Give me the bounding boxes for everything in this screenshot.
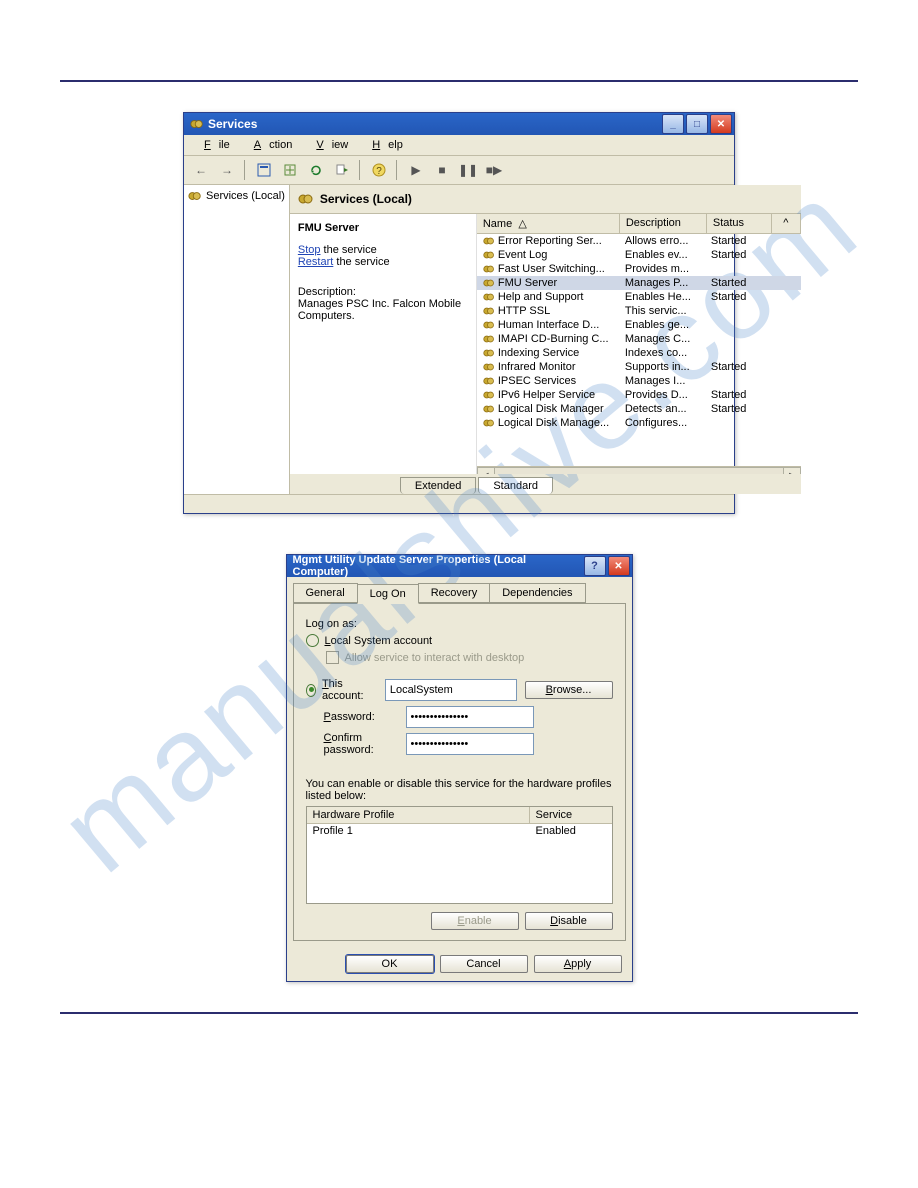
forward-button[interactable]: → — [216, 159, 238, 181]
service-row[interactable]: Indexing ServiceIndexes co... — [477, 346, 801, 360]
service-row[interactable]: IMAPI CD-Burning C...Manages C... — [477, 332, 801, 346]
menu-file[interactable]: File — [188, 137, 238, 153]
titlebar[interactable]: Services _ □ ✕ — [184, 113, 734, 135]
close-button[interactable]: ✕ — [608, 556, 630, 576]
confirm-password-label: Confirm password: — [324, 732, 406, 756]
tab-logon[interactable]: Log On — [357, 584, 419, 604]
service-row[interactable]: Help and SupportEnables He...Started — [477, 290, 801, 304]
hw-profiles-text: You can enable or disable this service f… — [306, 778, 613, 802]
password-label: Password: — [324, 711, 406, 723]
service-row[interactable]: Human Interface D...Enables ge... — [477, 318, 801, 332]
service-row[interactable]: IPv6 Helper ServiceProvides D...Started — [477, 388, 801, 402]
description-label: Description: — [298, 286, 468, 298]
export-icon[interactable] — [279, 159, 301, 181]
logon-as-label: Log on as: — [306, 618, 613, 630]
dialog-title: Mgmt Utility Update Server Properties (L… — [293, 554, 584, 578]
hw-row[interactable]: Profile 1 Enabled — [307, 824, 612, 838]
col-status[interactable]: Status — [707, 214, 772, 233]
service-row[interactable]: Error Reporting Ser...Allows erro...Star… — [477, 234, 801, 248]
col-hw-profile[interactable]: Hardware Profile — [307, 807, 530, 823]
refresh-icon[interactable] — [305, 159, 327, 181]
back-button[interactable]: ← — [190, 159, 212, 181]
checkbox-allow-interact — [326, 651, 339, 664]
tab-standard[interactable]: Standard — [478, 477, 553, 494]
services-window: Services _ □ ✕ File Action View Help ← →… — [183, 112, 735, 514]
minimize-button[interactable]: _ — [662, 114, 684, 134]
menu-help[interactable]: Help — [356, 137, 411, 153]
scrollbar-track[interactable] — [495, 467, 783, 474]
services-icon — [190, 117, 204, 131]
service-row[interactable]: Logical Disk ManagerDetects an...Started — [477, 402, 801, 416]
toolbar: ← → ? ▶ ■ ❚❚ ■▶ — [184, 156, 734, 185]
close-button[interactable]: ✕ — [710, 114, 732, 134]
detail-pane: FMU Server Stop the service Restart the … — [290, 214, 477, 474]
menu-action[interactable]: Action — [238, 137, 301, 153]
confirm-password-input[interactable] — [406, 733, 534, 755]
dialog-titlebar[interactable]: Mgmt Utility Update Server Properties (L… — [287, 555, 632, 577]
service-row[interactable]: Logical Disk Manage...Configures... — [477, 416, 801, 430]
account-input[interactable] — [385, 679, 517, 701]
scroll-right-icon[interactable]: ► — [783, 467, 801, 474]
help-button[interactable]: ? — [584, 556, 606, 576]
service-row[interactable]: Fast User Switching...Provides m... — [477, 262, 801, 276]
disable-button[interactable]: Disable — [525, 912, 613, 930]
services-list: Name △ Description Status ^ Error Report… — [477, 214, 801, 474]
tab-dependencies[interactable]: Dependencies — [489, 583, 585, 603]
cancel-button[interactable]: Cancel — [440, 955, 528, 973]
scroll-up-icon[interactable]: ^ — [772, 214, 801, 233]
scroll-left-icon[interactable]: ◄ — [477, 467, 495, 474]
service-row[interactable]: HTTP SSLThis servic... — [477, 304, 801, 318]
maximize-button[interactable]: □ — [686, 114, 708, 134]
properties-icon[interactable] — [253, 159, 275, 181]
radio-local-system[interactable] — [306, 634, 319, 647]
col-description[interactable]: Description — [620, 214, 707, 233]
stop-link[interactable]: Stop — [298, 244, 321, 256]
enable-button: Enable — [431, 912, 519, 930]
service-row[interactable]: IPSEC ServicesManages I... — [477, 374, 801, 388]
radio-this-account[interactable] — [306, 684, 316, 697]
tree-pane: Services (Local) — [184, 185, 290, 494]
pause-service-icon[interactable]: ❚❚ — [457, 159, 479, 181]
col-name[interactable]: Name △ — [477, 214, 620, 233]
tab-recovery[interactable]: Recovery — [418, 583, 490, 603]
apply-button[interactable]: Apply — [534, 955, 622, 973]
stop-service-icon[interactable]: ■ — [431, 159, 453, 181]
service-row[interactable]: FMU ServerManages P...Started — [477, 276, 801, 290]
service-row[interactable]: Infrared MonitorSupports in...Started — [477, 360, 801, 374]
local-system-label: Local System account — [325, 635, 433, 647]
start-service-icon[interactable]: ▶ — [405, 159, 427, 181]
window-title: Services — [208, 117, 662, 131]
tree-root[interactable]: Services (Local) — [188, 189, 285, 203]
menubar: File Action View Help — [184, 135, 734, 156]
ok-button[interactable]: OK — [346, 955, 434, 973]
properties-dialog: Mgmt Utility Update Server Properties (L… — [286, 554, 633, 982]
services-icon — [188, 189, 202, 203]
selected-service-name: FMU Server — [298, 222, 468, 234]
restart-link[interactable]: Restart — [298, 256, 333, 268]
allow-interact-label: Allow service to interact with desktop — [345, 652, 525, 664]
svg-text:?: ? — [376, 166, 382, 177]
statusbar — [184, 494, 734, 513]
tree-root-label: Services (Local) — [206, 190, 285, 202]
service-row[interactable]: Event LogEnables ev...Started — [477, 248, 801, 262]
tab-extended[interactable]: Extended — [400, 477, 476, 494]
restart-service-icon[interactable]: ■▶ — [483, 159, 505, 181]
right-header: Services (Local) — [290, 185, 801, 214]
menu-view[interactable]: View — [300, 137, 356, 153]
services-icon — [298, 191, 314, 207]
browse-button[interactable]: Browse... — [525, 681, 613, 699]
hw-profiles-table[interactable]: Hardware Profile Service Profile 1 Enabl… — [306, 806, 613, 904]
help-icon[interactable]: ? — [368, 159, 390, 181]
password-input[interactable] — [406, 706, 534, 728]
col-hw-service[interactable]: Service — [530, 807, 612, 823]
this-account-label: This account: — [322, 678, 385, 702]
export-list-icon[interactable] — [331, 159, 353, 181]
description-text: Manages PSC Inc. Falcon Mobile Computers… — [298, 298, 468, 322]
tab-general[interactable]: General — [293, 583, 358, 603]
